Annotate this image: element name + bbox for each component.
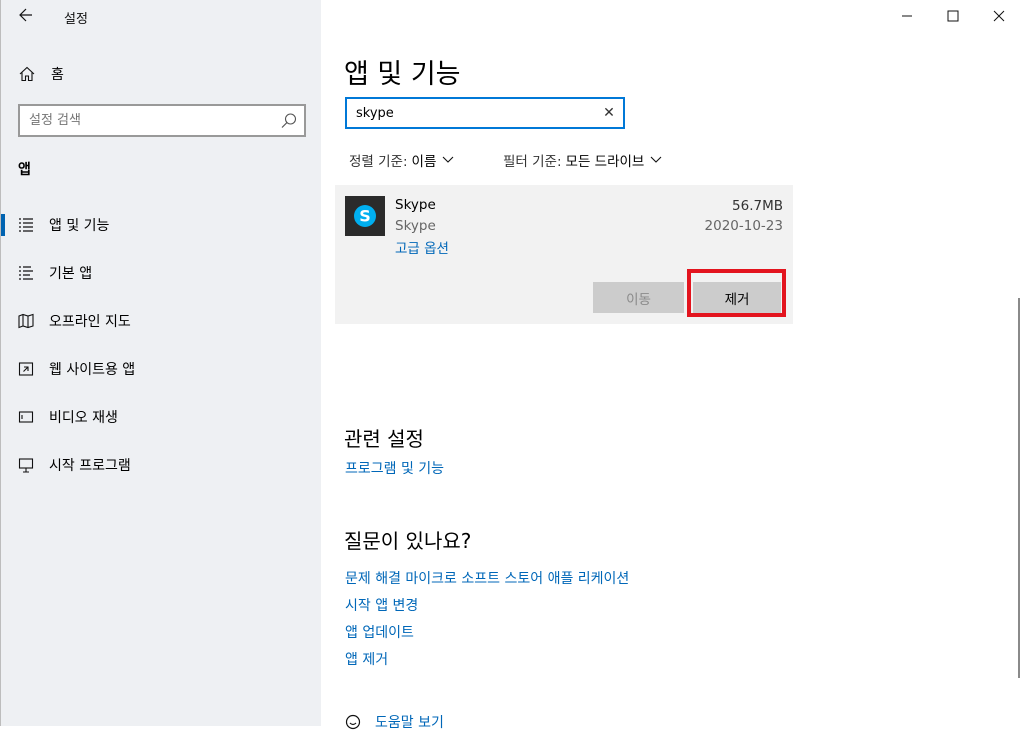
- question-link-app-update[interactable]: 앱 업데이트: [345, 622, 414, 642]
- offline-maps-icon: [16, 311, 36, 331]
- sidebar-item-label: 시작 프로그램: [49, 458, 131, 474]
- skype-icon-letter: S: [359, 207, 371, 226]
- move-button[interactable]: 이동: [593, 282, 684, 313]
- related-settings-title: 관련 설정: [344, 427, 424, 451]
- sidebar-item-startup[interactable]: 시작 프로그램: [1, 446, 321, 484]
- sidebar-item-apps-for-websites[interactable]: 웹 사이트용 앱: [1, 350, 321, 388]
- clear-icon[interactable]: ✕: [601, 105, 617, 121]
- chevron-down-icon: [650, 152, 662, 168]
- settings-search-input[interactable]: [20, 112, 281, 129]
- home-icon: [17, 64, 37, 84]
- skype-icon: S: [345, 196, 385, 236]
- get-help-link[interactable]: 도움말 보기: [345, 712, 444, 732]
- close-icon[interactable]: [976, 0, 1022, 32]
- sidebar-item-default-apps[interactable]: 기본 앱: [1, 254, 321, 292]
- sidebar: 설정 홈 앱 앱 및 기능 기본 앱 오프라인 지도 웹 사이트용: [0, 0, 321, 726]
- app-filter-box[interactable]: ✕: [345, 97, 625, 129]
- sidebar-item-home[interactable]: 홈: [17, 62, 64, 86]
- maximize-icon[interactable]: [930, 0, 976, 32]
- app-name: Skype: [395, 197, 436, 213]
- default-apps-icon: [16, 263, 36, 283]
- filter-drive-dropdown[interactable]: 필터 기준: 모든 드라이브: [503, 150, 662, 170]
- sort-value: 이름: [411, 154, 437, 170]
- app-list-item-skype[interactable]: S Skype Skype 고급 옵션 56.7MB 2020-10-23 이동…: [335, 185, 793, 324]
- help-icon: [345, 714, 361, 730]
- window-title: 설정: [64, 12, 88, 27]
- sidebar-item-label: 오프라인 지도: [49, 314, 131, 330]
- scrollbar[interactable]: [1018, 298, 1020, 678]
- app-filter-input[interactable]: [347, 104, 598, 122]
- sidebar-item-label: 비디오 재생: [49, 410, 118, 426]
- sidebar-item-label: 웹 사이트용 앱: [49, 362, 136, 378]
- filter-by-label: 필터 기준:: [503, 154, 562, 170]
- apps-features-icon: [16, 215, 36, 235]
- advanced-options-link[interactable]: 고급 옵션: [395, 237, 449, 257]
- sidebar-item-label: 앱 및 기능: [49, 218, 110, 234]
- question-link-troubleshoot-store[interactable]: 문제 해결 마이크로 소프트 스토어 애플 리케이션: [345, 568, 629, 588]
- startup-icon: [16, 455, 36, 475]
- question-link-uninstall-app[interactable]: 앱 제거: [345, 649, 388, 669]
- questions-title: 질문이 있나요?: [344, 529, 472, 553]
- video-playback-icon: [16, 407, 36, 427]
- back-arrow-icon[interactable]: [15, 6, 37, 28]
- help-label: 도움말 보기: [375, 715, 444, 731]
- main-content: 앱 및 기능 ✕ 정렬 기준: 이름 필터 기준: 모든 드라이브 S Skyp…: [321, 0, 1022, 731]
- chevron-down-icon: [442, 152, 454, 168]
- highlight-box: [687, 269, 786, 317]
- apps-for-websites-icon: [16, 359, 36, 379]
- sidebar-item-offline-maps[interactable]: 오프라인 지도: [1, 302, 321, 340]
- app-size: 56.7MB: [732, 198, 783, 214]
- filter-by-value: 모든 드라이브: [565, 154, 645, 170]
- app-install-date: 2020-10-23: [704, 218, 783, 234]
- app-publisher: Skype: [395, 218, 436, 234]
- programs-features-link[interactable]: 프로그램 및 기능: [345, 458, 444, 478]
- sidebar-item-label: 기본 앱: [49, 266, 93, 282]
- page-title: 앱 및 기능: [344, 59, 461, 90]
- sort-dropdown[interactable]: 정렬 기준: 이름: [349, 150, 454, 170]
- sidebar-item-video-playback[interactable]: 비디오 재생: [1, 398, 321, 436]
- sidebar-item-apps-features[interactable]: 앱 및 기능: [1, 206, 321, 244]
- search-icon[interactable]: [280, 112, 298, 130]
- minimize-icon[interactable]: [884, 0, 930, 32]
- settings-search-box[interactable]: [18, 104, 306, 137]
- question-link-change-startup[interactable]: 시작 앱 변경: [345, 595, 418, 615]
- section-label-apps: 앱: [18, 162, 31, 178]
- home-label: 홈: [51, 67, 64, 83]
- sort-label: 정렬 기준:: [349, 154, 408, 170]
